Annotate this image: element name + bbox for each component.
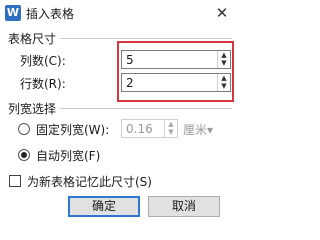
table-size-heading: 表格尺寸 <box>8 32 57 46</box>
ok-button[interactable]: 确定 <box>68 196 140 217</box>
auto-width-label[interactable]: 自动列宽(F) <box>36 147 100 164</box>
wps-writer-icon: W <box>5 5 21 21</box>
dialog-title: 插入表格 <box>26 7 75 21</box>
fixed-width-radio[interactable] <box>18 123 30 135</box>
fixed-width-stepper[interactable]: ▲ ▼ <box>164 120 177 137</box>
columns-label: 列数(C): <box>20 54 66 68</box>
remember-size-checkbox[interactable] <box>9 175 21 187</box>
decrement-icon[interactable]: ▼ <box>165 128 177 136</box>
increment-icon[interactable]: ▲ <box>165 120 177 128</box>
column-width-heading: 列宽选择 <box>8 102 57 116</box>
auto-width-radio[interactable] <box>18 149 30 161</box>
divider <box>60 38 232 39</box>
divider <box>60 108 232 109</box>
cancel-button[interactable]: 取消 <box>148 196 220 217</box>
fixed-width-label[interactable]: 固定列宽(W): <box>36 121 109 138</box>
remember-size-label[interactable]: 为新表格记忆此尺寸(S) <box>27 173 152 190</box>
unit-dropdown[interactable]: 厘米▾ <box>183 121 213 138</box>
rows-label: 行数(R): <box>20 77 66 91</box>
title-bar: W 插入表格 ✕ <box>0 0 239 27</box>
fixed-width-spinbox[interactable]: 0.16 ▲ ▼ <box>121 119 178 138</box>
fixed-width-value[interactable]: 0.16 <box>126 122 153 136</box>
highlight-box <box>117 41 234 102</box>
close-icon[interactable]: ✕ <box>213 4 231 22</box>
